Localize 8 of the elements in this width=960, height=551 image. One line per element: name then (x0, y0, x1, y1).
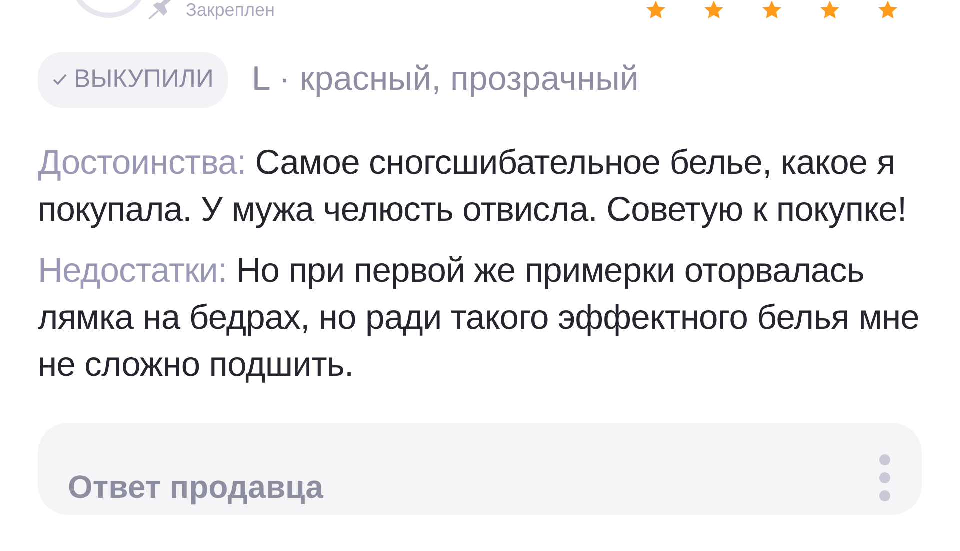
more-icon[interactable] (878, 452, 892, 502)
pinned-label: Закреплен (186, 0, 275, 20)
review-paragraph: Достоинства: Самое сногсшибательное белье, какое я покупала. У мужа челюсть отвисла. Советую к покупке! (38, 142, 908, 230)
check-icon (52, 72, 68, 87)
badge-label: ВЫКУПИЛИ (74, 64, 214, 95)
seller-reply-title: Ответ продавца (68, 468, 324, 507)
review-paragraph: Недостатки: Но при первой же примерки оторвалась лямка на бедрах, но ради такого эффектного белья мне не сложно подшить. (38, 250, 920, 386)
variant-text: L · красный, прозрачный (252, 59, 639, 100)
